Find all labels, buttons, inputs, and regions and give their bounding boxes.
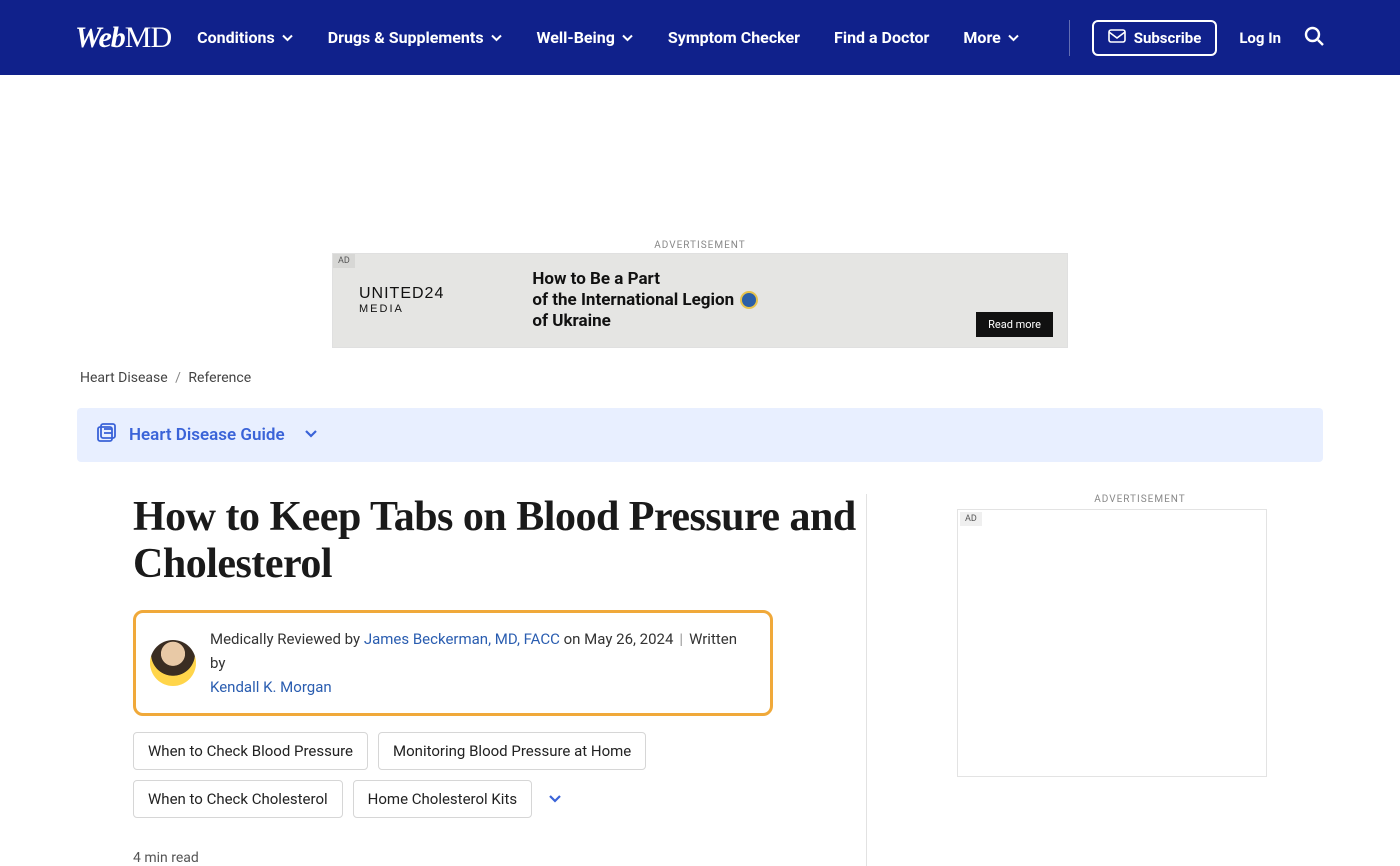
- ad-brand-sub: MEDIA: [359, 304, 444, 315]
- section-pill[interactable]: Monitoring Blood Pressure at Home: [378, 732, 646, 770]
- reviewed-prefix: Medically Reviewed by: [210, 630, 364, 648]
- chevron-down-icon: [621, 31, 634, 44]
- nav-item-well-being[interactable]: Well-Being: [537, 28, 634, 47]
- top-navbar: WebMD Conditions Drugs & Supplements Well-…: [0, 0, 1400, 75]
- reviewer-avatar: [150, 640, 196, 686]
- ad-line3: of Ukraine: [532, 311, 758, 332]
- subscribe-label: Subscribe: [1134, 29, 1202, 47]
- ad-tag: AD: [333, 254, 355, 268]
- byline-text: Medically Reviewed by James Beckerman, M…: [210, 627, 750, 699]
- ad-brand: UNITED24 MEDIA: [359, 286, 444, 315]
- ad-line2: of the International Legion: [532, 290, 758, 311]
- reviewer-link[interactable]: James Beckerman, MD, FACC: [364, 630, 560, 648]
- guide-dropdown[interactable]: Heart Disease Guide: [77, 408, 1323, 462]
- login-link[interactable]: Log In: [1239, 29, 1281, 47]
- reviewed-on: on May 26, 2024: [560, 630, 674, 648]
- ad-copy: How to Be a Part of the International Le…: [532, 269, 758, 333]
- nav-right-group: Subscribe Log In: [1069, 20, 1325, 56]
- breadcrumb-link-reference[interactable]: Reference: [188, 370, 251, 386]
- chevron-down-icon: [1007, 31, 1020, 44]
- top-ad-banner[interactable]: AD UNITED24 MEDIA How to Be a Part of th…: [332, 253, 1068, 348]
- nav-item-more[interactable]: More: [963, 28, 1019, 47]
- section-pills: When to Check Blood Pressure Monitoring B…: [133, 732, 773, 818]
- byline-box: Medically Reviewed by James Beckerman, M…: [133, 610, 773, 716]
- logo-text-a: Web: [75, 21, 125, 54]
- author-link[interactable]: Kendall K. Morgan: [210, 678, 332, 696]
- guide-label: Heart Disease Guide: [129, 425, 285, 445]
- breadcrumb-link-heart-disease[interactable]: Heart Disease: [80, 370, 168, 386]
- ad-line1: How to Be a Part: [532, 269, 758, 290]
- main-content-row: How to Keep Tabs on Blood Pressure and C…: [77, 494, 1323, 866]
- nav-item-label: Conditions: [197, 28, 275, 47]
- read-time: 4 min read: [133, 850, 866, 866]
- site-logo[interactable]: WebMD: [75, 21, 171, 55]
- nav-item-label: Well-Being: [537, 28, 615, 47]
- section-pill[interactable]: When to Check Blood Pressure: [133, 732, 368, 770]
- chevron-down-icon: [490, 31, 503, 44]
- nav-item-label: Drugs & Supplements: [328, 28, 484, 47]
- sidebar-column: ADVERTISEMENT AD: [867, 494, 1323, 866]
- ad-brand-main: UNITED24: [359, 285, 444, 302]
- nav-item-label: More: [963, 28, 1000, 47]
- pills-expand-button[interactable]: [542, 784, 568, 815]
- side-ad-label: ADVERTISEMENT: [957, 494, 1323, 505]
- primary-nav: Conditions Drugs & Supplements Well-Being S…: [197, 28, 1069, 47]
- nav-item-label: Symptom Checker: [668, 28, 800, 47]
- section-pill[interactable]: Home Cholesterol Kits: [353, 780, 532, 818]
- logo-text-b: MD: [125, 21, 171, 54]
- nav-divider: [1069, 20, 1070, 56]
- subscribe-button[interactable]: Subscribe: [1092, 20, 1218, 56]
- breadcrumb-separator: /: [175, 370, 181, 386]
- breadcrumb: Heart Disease / Reference: [77, 370, 1323, 386]
- chevron-down-icon: [281, 31, 294, 44]
- nav-item-find-a-doctor[interactable]: Find a Doctor: [834, 28, 929, 47]
- ad-cta-button[interactable]: Read more: [976, 312, 1053, 337]
- chevron-down-icon: [303, 425, 319, 445]
- section-pill[interactable]: When to Check Cholesterol: [133, 780, 343, 818]
- nav-item-symptom-checker[interactable]: Symptom Checker: [668, 28, 800, 47]
- nav-item-drugs-supplements[interactable]: Drugs & Supplements: [328, 28, 503, 47]
- emblem-icon: [740, 291, 758, 309]
- nav-item-conditions[interactable]: Conditions: [197, 28, 294, 47]
- byline-separator: |: [679, 630, 683, 648]
- guide-icon: [95, 422, 117, 448]
- side-ad-box[interactable]: AD: [957, 509, 1267, 777]
- article-title: How to Keep Tabs on Blood Pressure and C…: [133, 494, 866, 588]
- nav-item-label: Find a Doctor: [834, 28, 929, 47]
- search-icon[interactable]: [1303, 25, 1325, 51]
- side-ad-tag: AD: [960, 512, 982, 526]
- mail-icon: [1108, 29, 1126, 47]
- top-ad-region: ADVERTISEMENT AD UNITED24 MEDIA How to B…: [332, 240, 1068, 348]
- ad-label: ADVERTISEMENT: [332, 240, 1068, 251]
- article-column: How to Keep Tabs on Blood Pressure and C…: [77, 494, 867, 866]
